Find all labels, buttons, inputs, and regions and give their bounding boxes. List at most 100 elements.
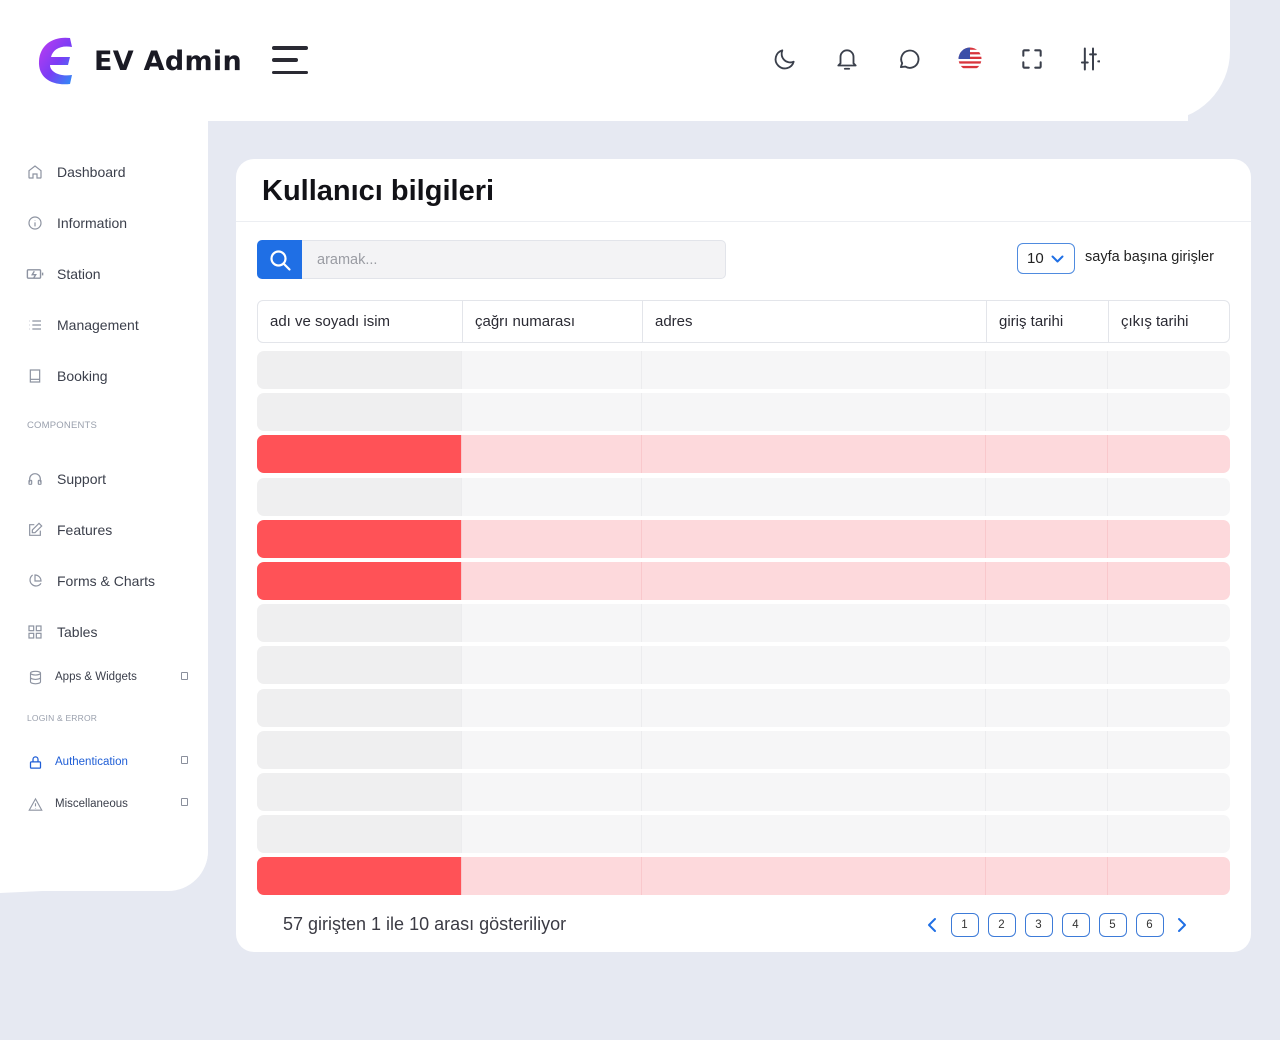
headphones-icon xyxy=(26,470,44,488)
brand-name: EV Admin xyxy=(94,45,242,77)
page-3-button[interactable]: 3 xyxy=(1024,913,1053,937)
sidebar-item-label: Management xyxy=(57,317,139,333)
edit-icon xyxy=(26,521,44,539)
sidebar-item-apps-widgets[interactable]: Apps & Widgets xyxy=(26,668,137,686)
table-row[interactable] xyxy=(257,773,1230,811)
home-icon xyxy=(26,163,44,181)
sidebar-item-label: Features xyxy=(57,522,113,538)
table-row[interactable] xyxy=(257,351,1230,389)
sidebar-item-tables[interactable]: Tables xyxy=(26,623,97,641)
table-cell xyxy=(986,857,1108,895)
table-row[interactable] xyxy=(257,562,1230,600)
table-cell xyxy=(986,562,1108,600)
table-cell xyxy=(257,478,462,516)
section-heading-components: COMPONENTS xyxy=(27,420,98,431)
search-bar xyxy=(257,240,726,279)
expand-caret-icon[interactable] xyxy=(181,798,188,806)
sidebar-item-booking[interactable]: Booking xyxy=(26,367,108,385)
page-6-button[interactable]: 6 xyxy=(1135,913,1164,937)
table-cell xyxy=(462,731,642,769)
sidebar-item-label: Tables xyxy=(57,624,98,640)
column-header-checkout-date[interactable]: çıkış tarihi xyxy=(1109,301,1229,342)
battery-charging-icon xyxy=(26,265,44,283)
sidebar-item-forms-charts[interactable]: Forms & Charts xyxy=(26,572,155,590)
table-header: adı ve soyadı isim çağrı numarası adres … xyxy=(257,300,1230,343)
sidebar-item-station[interactable]: Station xyxy=(26,265,101,283)
table-info-text: 57 girişten 1 ile 10 arası gösteriliyor xyxy=(283,914,567,934)
table-cell xyxy=(1108,520,1230,558)
warning-icon xyxy=(26,795,44,813)
chat-icon[interactable] xyxy=(894,44,924,74)
prev-page-button[interactable] xyxy=(922,912,942,938)
sidebar xyxy=(0,121,208,891)
table-cell xyxy=(642,815,986,853)
us-flag-icon[interactable] xyxy=(955,44,985,74)
page-1-button[interactable]: 1 xyxy=(950,913,979,937)
table-cell xyxy=(257,562,462,600)
sidebar-item-label: Information xyxy=(57,215,128,231)
sidebar-item-label: Support xyxy=(57,471,107,487)
sidebar-item-management[interactable]: Management xyxy=(26,316,139,334)
table-row[interactable] xyxy=(257,646,1230,684)
expand-caret-icon[interactable] xyxy=(181,672,188,680)
page-4-button[interactable]: 4 xyxy=(1061,913,1090,937)
sidebar-item-information[interactable]: Information xyxy=(26,214,127,232)
column-header-name[interactable]: adı ve soyadı isim xyxy=(258,301,463,342)
table-row[interactable] xyxy=(257,815,1230,853)
grid-icon xyxy=(26,623,44,641)
column-header-checkin-date[interactable]: giriş tarihi xyxy=(987,301,1109,342)
table-cell xyxy=(642,604,986,642)
table-cell xyxy=(1108,773,1230,811)
table-cell xyxy=(462,857,642,895)
entries-per-page-select[interactable]: 10 xyxy=(1017,243,1075,274)
chevron-left-icon xyxy=(928,918,936,932)
table-cell xyxy=(257,689,462,727)
menu-toggle-button[interactable] xyxy=(272,46,308,74)
table-cell xyxy=(257,815,462,853)
fullscreen-icon[interactable] xyxy=(1017,44,1047,74)
bell-icon[interactable] xyxy=(832,44,862,74)
table-cell xyxy=(986,773,1108,811)
sidebar-item-features[interactable]: Features xyxy=(26,521,112,539)
database-icon xyxy=(26,668,44,686)
table-row[interactable] xyxy=(257,857,1230,895)
pagination: 123456 xyxy=(922,912,1192,938)
sidebar-item-support[interactable]: Support xyxy=(26,470,106,488)
table-row[interactable] xyxy=(257,435,1230,473)
table-cell xyxy=(462,520,642,558)
moon-icon[interactable] xyxy=(770,44,800,74)
search-input[interactable] xyxy=(302,240,726,279)
table-row[interactable] xyxy=(257,393,1230,431)
table-cell xyxy=(1108,857,1230,895)
table-cell xyxy=(986,520,1108,558)
sidebar-item-authentication[interactable]: Authentication xyxy=(26,753,128,771)
user-info-card: Kullanıcı bilgileri 10 sayfa başına giri… xyxy=(236,159,1251,952)
page-5-button[interactable]: 5 xyxy=(1098,913,1127,937)
column-header-phone[interactable]: çağrı numarası xyxy=(463,301,643,342)
table-cell xyxy=(1108,435,1230,473)
page-2-button[interactable]: 2 xyxy=(987,913,1016,937)
brand-logo[interactable]: EV Admin xyxy=(34,34,242,88)
table-cell xyxy=(642,520,986,558)
table-cell xyxy=(462,604,642,642)
expand-caret-icon[interactable] xyxy=(181,756,188,764)
table-row[interactable] xyxy=(257,689,1230,727)
sidebar-item-miscellaneous[interactable]: Miscellaneous xyxy=(26,795,128,813)
sidebar-item-label: Forms & Charts xyxy=(57,573,156,589)
table-cell xyxy=(642,731,986,769)
sidebar-item-dashboard[interactable]: Dashboard xyxy=(26,163,126,181)
column-header-address[interactable]: adres xyxy=(643,301,987,342)
chevron-down-icon xyxy=(1051,255,1064,263)
sidebar-item-label: Authentication xyxy=(55,756,128,768)
table-cell xyxy=(642,562,986,600)
table-row[interactable] xyxy=(257,520,1230,558)
table-cell xyxy=(257,646,462,684)
next-page-button[interactable] xyxy=(1172,912,1192,938)
table-cell xyxy=(1108,815,1230,853)
search-button[interactable] xyxy=(257,240,302,279)
table-row[interactable] xyxy=(257,731,1230,769)
ev-logo-icon xyxy=(38,37,72,85)
table-row[interactable] xyxy=(257,604,1230,642)
hamburger-line xyxy=(272,58,298,62)
table-row[interactable] xyxy=(257,478,1230,516)
